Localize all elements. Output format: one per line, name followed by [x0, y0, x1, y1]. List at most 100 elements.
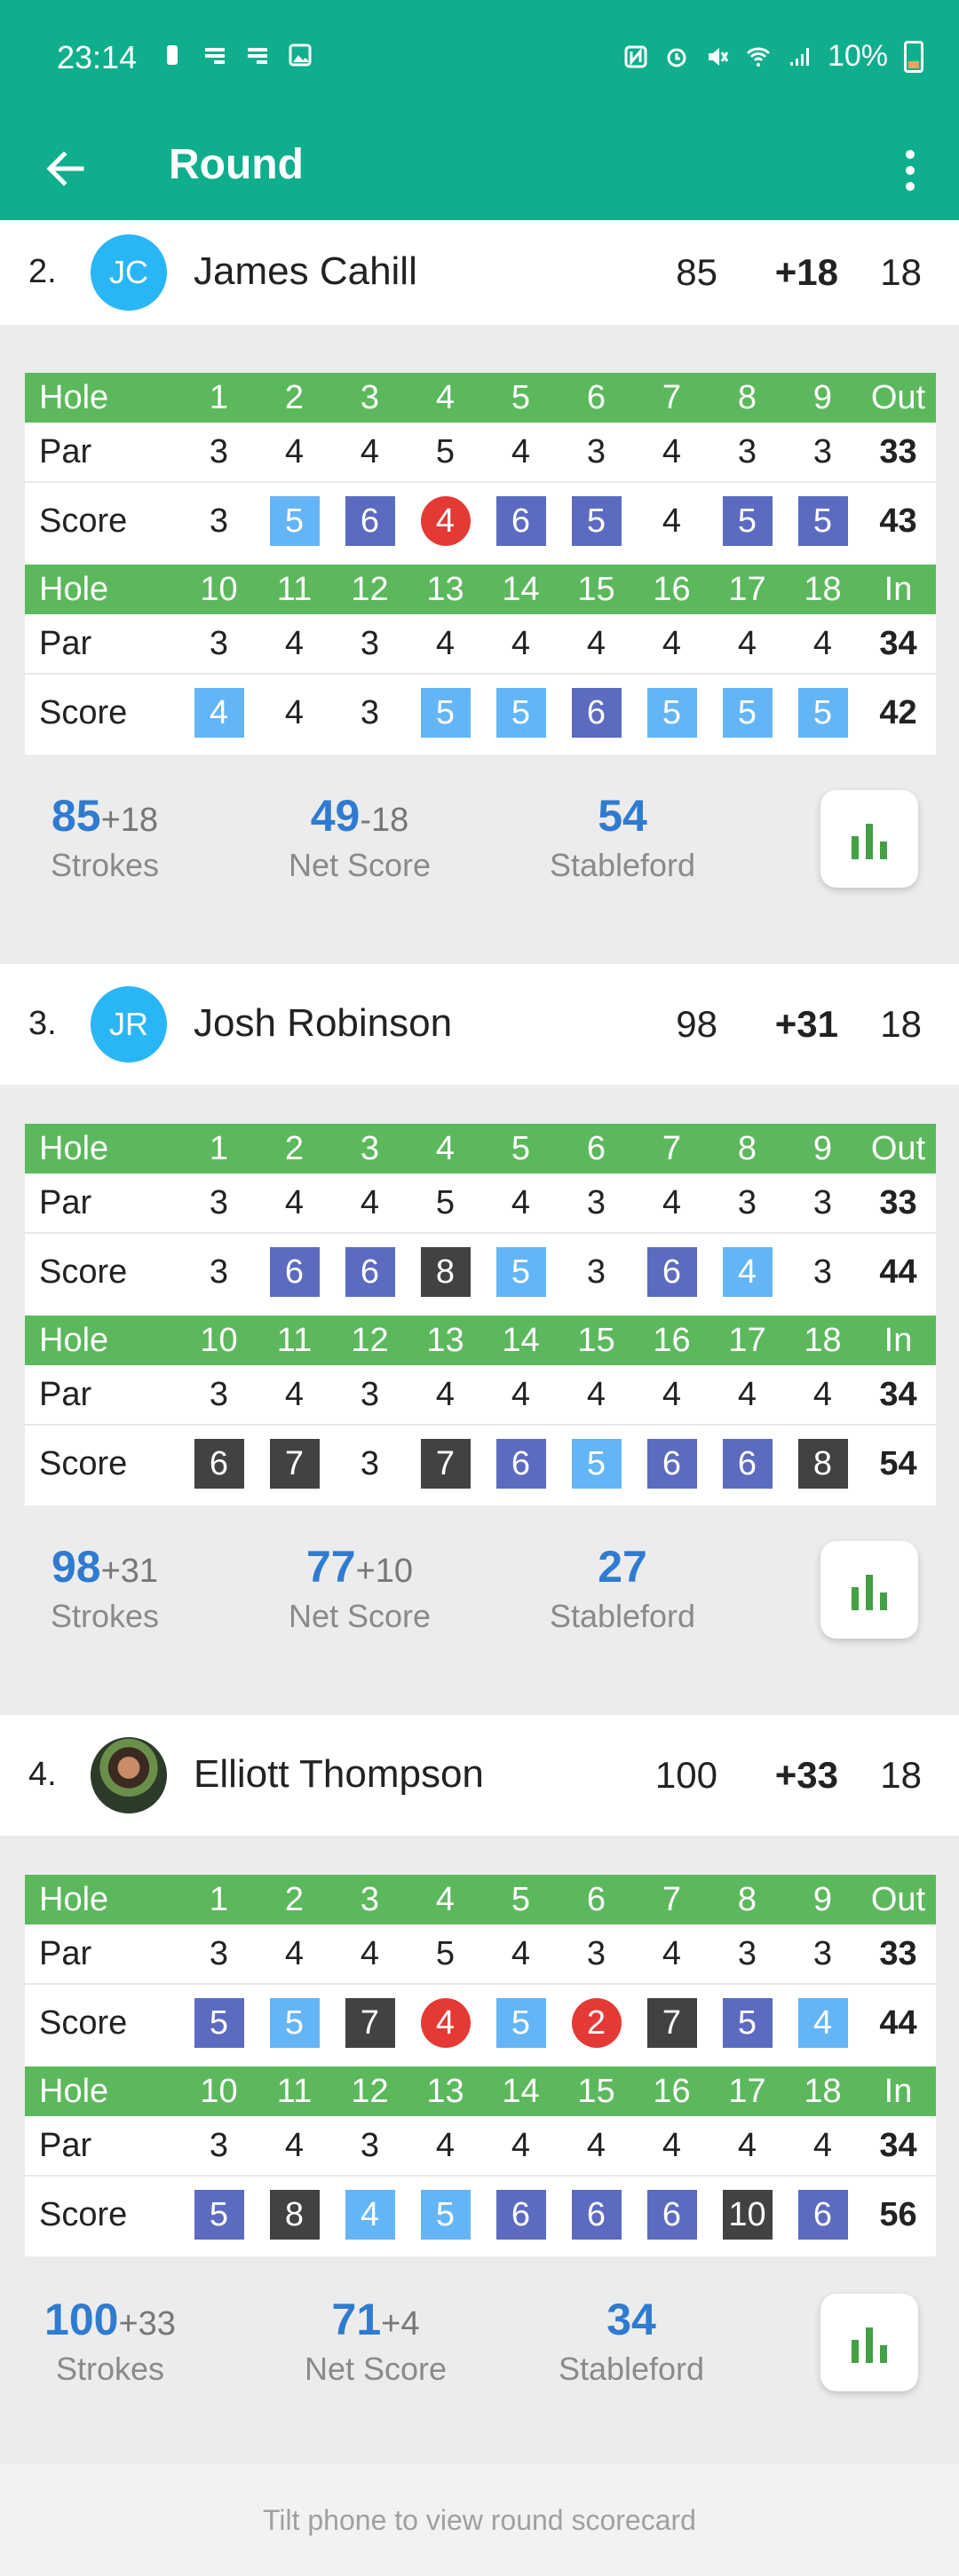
- hole-par: 3: [586, 432, 606, 470]
- hole-par: 3: [737, 432, 757, 470]
- hole-score: 6: [345, 496, 395, 546]
- more-options-icon[interactable]: [897, 142, 923, 199]
- player-score: 98: [676, 1003, 717, 1045]
- hole-score: 5: [571, 1439, 622, 1489]
- hole-score-cell: 5: [181, 2190, 257, 2240]
- back-arrow-icon[interactable]: [39, 142, 92, 195]
- hole-score: 8: [269, 2190, 320, 2240]
- hole-score: 5: [646, 688, 697, 738]
- hole-number: 17: [728, 1321, 766, 1359]
- hole-score-cell: 8: [257, 2190, 332, 2240]
- hole-score: 5: [495, 1998, 546, 2048]
- par-total: 34: [879, 1375, 917, 1413]
- hole-number: 14: [502, 1321, 540, 1359]
- hole-par: 4: [662, 2126, 682, 2164]
- score-row: Score 3 6 6 8 5 3 6 4 3 44: [25, 1234, 936, 1310]
- status-bar: 23:14 10%: [0, 0, 959, 115]
- hole-score-cell: 4: [408, 1998, 483, 2048]
- row-label: Hole: [39, 570, 109, 608]
- hole-score-cell: 6: [634, 1247, 709, 1297]
- hole-score: 5: [420, 2190, 471, 2240]
- stats-chart-button[interactable]: [820, 2294, 918, 2391]
- hole-par: 4: [662, 1183, 682, 1221]
- hole-par: 4: [435, 1375, 456, 1413]
- hole-number: 12: [351, 1321, 389, 1359]
- hole-score-cell: 5: [483, 688, 559, 738]
- hole-score-cell: 6: [181, 1439, 257, 1489]
- hole-score: 4: [284, 693, 305, 731]
- hole-score-cell: 6: [483, 496, 559, 546]
- stableford-stat-label: Stableford: [558, 2351, 705, 2387]
- hole-number: 13: [426, 1321, 464, 1359]
- hole-par: 3: [360, 1375, 380, 1413]
- stats-chart-button[interactable]: [820, 790, 918, 888]
- hole-number: 2: [284, 378, 305, 416]
- scorecard: Hole 1 2 3 4 5 6 7 8 9 Out Par 3 4 4 5 4 3 4 3 3 33 Score 3 5 6 4 6…: [25, 373, 936, 755]
- hole-score-cell: 5: [408, 688, 483, 738]
- hole-score: 4: [420, 1998, 471, 2048]
- hole-par: 4: [737, 1375, 757, 1413]
- stableford-stat: 34 Stableford: [538, 2294, 725, 2388]
- round-stats: 100+33 Strokes 71+4 Net Score 34 Stableford: [0, 2285, 959, 2400]
- hole-score: 3: [586, 1252, 606, 1291]
- message-icon: [205, 48, 225, 64]
- hole-number: 16: [653, 2072, 691, 2110]
- par-row: Par 3 4 4 5 4 3 4 3 3 33: [25, 423, 936, 483]
- hole-score-cell: 4: [257, 688, 332, 738]
- hole-number: 13: [426, 570, 464, 608]
- net-score-stat-label: Net Score: [288, 1598, 432, 1634]
- strokes-stat-label: Strokes: [55, 2351, 165, 2387]
- hole-par: 4: [662, 1934, 682, 1972]
- alarm-icon: [667, 48, 686, 67]
- hole-par: 3: [812, 432, 833, 470]
- hole-score: 6: [194, 1439, 244, 1489]
- hole-score: 6: [571, 688, 622, 738]
- stableford-stat: 27 Stableford: [529, 1541, 716, 1635]
- nfc-icon: [624, 45, 647, 67]
- bar-chart-icon: [852, 824, 887, 859]
- hole-number: 2: [284, 1880, 305, 1918]
- player-header[interactable]: 3. JR Josh Robinson 98 +31 18: [0, 964, 959, 1085]
- row-label: Score: [39, 2003, 128, 2042]
- player-header[interactable]: 4. Elliott Thompson 100 +33 18: [0, 1715, 959, 1836]
- player-header[interactable]: 2. JC James Cahill 85 +18 18: [0, 220, 959, 325]
- hole-par: 5: [435, 1934, 456, 1972]
- holes-played: 18: [880, 251, 922, 293]
- hole-number: 9: [812, 1880, 833, 1918]
- par-row: Par 3 4 3 4 4 4 4 4 4 34: [25, 1365, 936, 1426]
- hole-par: 4: [284, 1934, 305, 1972]
- hole-score: 7: [345, 1998, 395, 2048]
- hole-score-cell: 5: [709, 496, 785, 546]
- hole-number: 15: [577, 2072, 615, 2110]
- hole-score-cell: 2: [559, 1998, 634, 2048]
- hole-score: 6: [646, 1439, 697, 1489]
- hole-header-row: Hole 1 2 3 4 5 6 7 8 9 Out: [25, 373, 936, 423]
- image-icon: [289, 43, 312, 67]
- strokes-stat-diff: +18: [100, 802, 159, 839]
- hole-score: 2: [571, 1998, 622, 2048]
- tilt-hint: Tilt phone to view round scorecard: [0, 2464, 959, 2576]
- hole-score-cell: 3: [559, 1247, 634, 1297]
- total-header: Out: [870, 378, 926, 416]
- hole-score: 6: [797, 2190, 848, 2240]
- hole-score-cell: 7: [332, 1998, 408, 2048]
- hole-number: 7: [662, 1129, 682, 1167]
- hole-number: 10: [200, 570, 238, 608]
- hole-score-cell: 3: [181, 496, 257, 546]
- hole-par: 4: [435, 624, 456, 662]
- par-row: Par 3 4 3 4 4 4 4 4 4 34: [25, 2116, 936, 2177]
- hole-score: 6: [571, 2190, 622, 2240]
- stats-chart-button[interactable]: [820, 1541, 918, 1639]
- hole-par: 5: [435, 432, 456, 470]
- hole-number: 12: [351, 570, 389, 608]
- hole-score: 6: [495, 496, 546, 546]
- hole-score-cell: 5: [709, 688, 785, 738]
- hole-par: 3: [209, 432, 229, 470]
- hole-number: 16: [653, 1321, 691, 1359]
- hole-number: 8: [737, 378, 757, 416]
- player-position: 3.: [28, 1005, 57, 1042]
- hole-par: 4: [511, 624, 531, 662]
- net-score-stat: 71+4 Net Score: [282, 2294, 469, 2388]
- app-bar: Round: [0, 115, 959, 229]
- hole-par: 3: [209, 624, 229, 662]
